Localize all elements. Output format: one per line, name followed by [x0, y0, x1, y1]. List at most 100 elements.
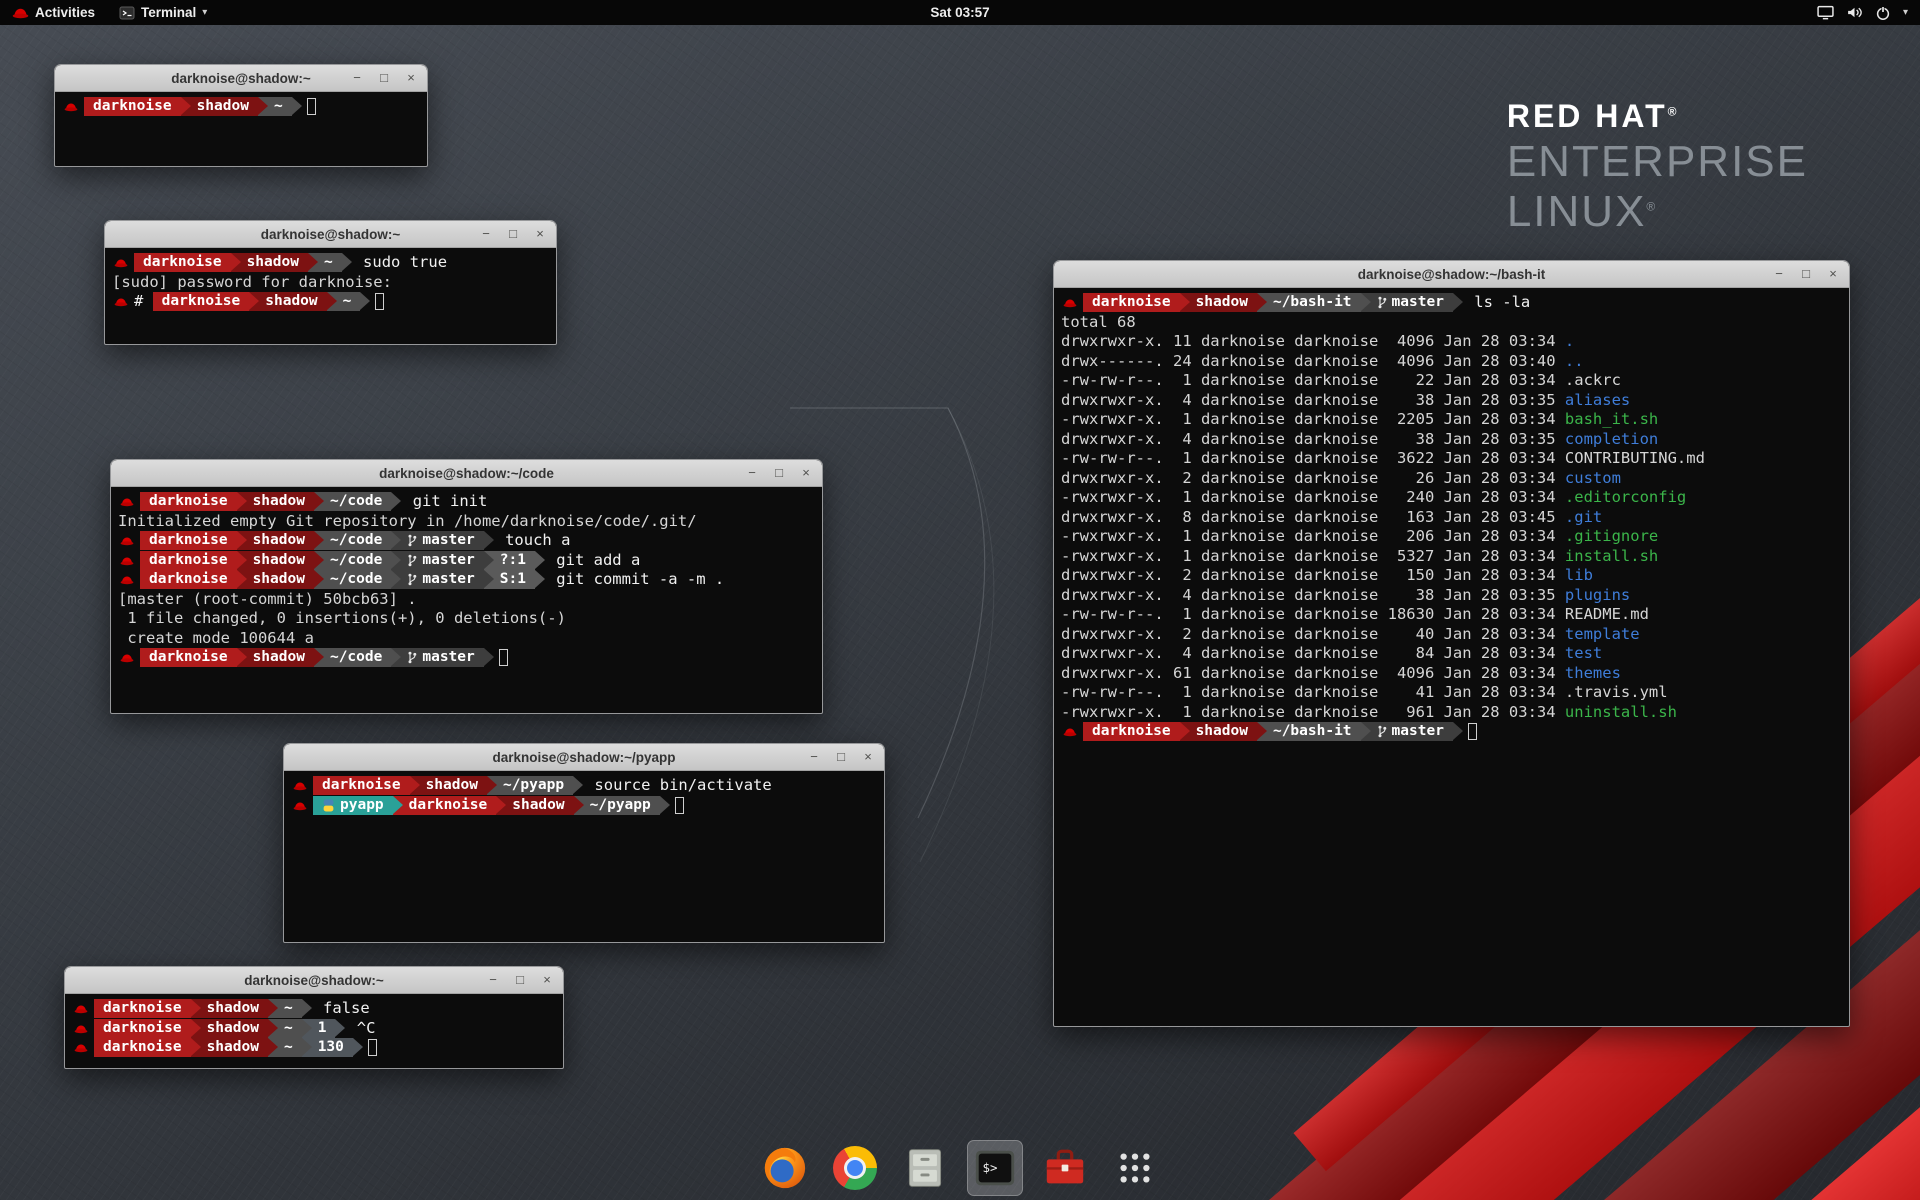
terminal-text: -rwxrwxr-x. 1 darknoise darknoise 240 Ja…	[1061, 488, 1565, 508]
app-menu-terminal[interactable]: Terminal ▾	[107, 0, 219, 25]
maximize-button[interactable]: □	[1799, 267, 1813, 281]
terminal-window-bash-it[interactable]: darknoise@shadow:~/bash-it−□×darknoisesh…	[1053, 260, 1850, 1027]
maximize-button[interactable]: □	[506, 227, 520, 241]
minimize-button[interactable]: −	[807, 750, 821, 764]
powerline-arrow	[410, 776, 420, 794]
terminal-line: -rwxrwxr-x. 1 darknoise darknoise 5327 J…	[1061, 547, 1842, 567]
powerline-arrow	[342, 253, 352, 271]
minimize-button[interactable]: −	[479, 227, 493, 241]
close-button[interactable]: ×	[540, 973, 554, 987]
system-status-area[interactable]: ▾	[1811, 0, 1914, 25]
terminal-text: git init	[403, 492, 487, 512]
terminal-cursor	[1468, 723, 1477, 740]
terminal-window-exit-codes[interactable]: darknoise@shadow:~−□×darknoiseshadow~ fa…	[64, 966, 564, 1069]
terminal-window-pyapp[interactable]: darknoise@shadow:~/pyapp−□×darknoiseshad…	[283, 743, 885, 943]
terminal-line: total 68	[1061, 313, 1842, 333]
fedora-icon	[120, 652, 134, 663]
prompt-path-segment: ~/code	[314, 531, 391, 550]
close-button[interactable]: ×	[861, 750, 875, 764]
fedora-icon	[114, 296, 128, 307]
terminal-line: drwxrwxr-x. 4 darknoise darknoise 38 Jan…	[1061, 391, 1842, 411]
terminal-content[interactable]: darknoiseshadow~/code git initInitialize…	[111, 487, 822, 673]
terminal-text: drwxrwxr-x. 4 darknoise darknoise 84 Jan…	[1061, 644, 1565, 664]
prompt-user-segment: darknoise	[1083, 293, 1180, 312]
window-titlebar[interactable]: darknoise@shadow:~/pyapp−□×	[284, 744, 884, 771]
terminal-content[interactable]: darknoiseshadow~ falsedarknoiseshadow~1 …	[65, 994, 563, 1063]
volume-icon	[1846, 5, 1863, 20]
prompt-user-segment: darknoise	[313, 776, 410, 795]
files-icon	[903, 1146, 947, 1190]
window-titlebar[interactable]: darknoise@shadow:~/code−□ ×	[111, 460, 822, 487]
powerline-arrow	[335, 1019, 345, 1037]
terminal-window-home-1[interactable]: darknoise@shadow:~−□×darknoiseshadow~	[54, 64, 428, 167]
dock-item-chrome[interactable]	[827, 1140, 883, 1196]
terminal-text: -rwxrwxr-x. 1 darknoise darknoise 206 Ja…	[1061, 527, 1565, 547]
terminal-line: Initialized empty Git repository in /hom…	[118, 512, 815, 532]
close-button[interactable]: ×	[404, 71, 418, 85]
terminal-text: drwxrwxr-x. 61 darknoise darknoise 4096 …	[1061, 664, 1565, 684]
window-titlebar[interactable]: darknoise@shadow:~−□×	[65, 967, 563, 994]
close-button[interactable]: ×	[1826, 267, 1840, 281]
window-controls: −□ ×	[486, 967, 554, 993]
fedora-icon	[293, 780, 307, 791]
maximize-button[interactable]: □	[377, 71, 391, 85]
dock-item-terminal[interactable]: $>	[967, 1140, 1023, 1196]
chrome-icon	[833, 1146, 877, 1190]
close-button[interactable]: ×	[799, 466, 813, 480]
window-controls: −□ ×	[745, 460, 813, 486]
window-title: darknoise@shadow:~/code	[111, 466, 822, 481]
prompt-user-segment: darknoise	[94, 1038, 191, 1057]
window-titlebar[interactable]: darknoise@shadow:~/bash-it−□×	[1054, 261, 1849, 288]
terminal-icon: $>	[972, 1145, 1018, 1191]
chevron-down-icon: ▾	[202, 7, 207, 18]
fedora-icon	[74, 1042, 88, 1053]
minimize-button[interactable]: −	[486, 973, 500, 987]
terminal-line: -rw-rw-r--. 1 darknoise darknoise 18630 …	[1061, 605, 1842, 625]
maximize-button[interactable]: □	[834, 750, 848, 764]
minimize-button[interactable]: −	[1772, 267, 1786, 281]
terminal-line: -rwxrwxr-x. 1 darknoise darknoise 206 Ja…	[1061, 527, 1842, 547]
terminal-line: darknoiseshadow~/bash-itmaster ls -la	[1061, 293, 1842, 313]
terminal-line: darknoiseshadow~/bash-itmaster	[1061, 722, 1842, 742]
terminal-line: darknoiseshadow~/code git init	[118, 492, 815, 512]
terminal-content[interactable]: darknoiseshadow~ sudo true[sudo] passwor…	[105, 248, 556, 317]
maximize-button[interactable]: □	[513, 973, 527, 987]
prompt-git-segment: master	[391, 531, 483, 550]
terminal-text: .	[1565, 332, 1574, 352]
terminal-text: -rwxrwxr-x. 1 darknoise darknoise 2205 J…	[1061, 410, 1565, 430]
terminal-text: drwxrwxr-x. 2 darknoise darknoise 40 Jan…	[1061, 625, 1565, 645]
maximize-button[interactable]: □	[772, 466, 786, 480]
chevron-down-icon: ▾	[1903, 7, 1908, 18]
activities-button[interactable]: Activities	[0, 0, 107, 25]
window-titlebar[interactable]: darknoise@shadow:~−□×	[105, 221, 556, 248]
prompt-path-segment: ~/bash-it	[1257, 293, 1361, 312]
powerline-arrow	[268, 1038, 278, 1056]
terminal-line: drwxrwxr-x. 61 darknoise darknoise 4096 …	[1061, 664, 1842, 684]
dock-item-files[interactable]	[897, 1140, 953, 1196]
terminal-content[interactable]: darknoiseshadow~/pyapp source bin/activa…	[284, 771, 884, 820]
close-button[interactable]: ×	[533, 227, 547, 241]
terminal-content[interactable]: darknoiseshadow~/bash-itmaster ls -latot…	[1054, 288, 1849, 747]
powerline-arrow	[660, 796, 670, 814]
terminal-window-sudo[interactable]: darknoise@shadow:~−□×darknoiseshadow~ su…	[104, 220, 557, 345]
terminal-line: drwxrwxr-x. 4 darknoise darknoise 84 Jan…	[1061, 644, 1842, 664]
terminal-window-code[interactable]: darknoise@shadow:~/code−□ × darknoiseshado…	[110, 459, 823, 714]
prompt-user-segment: darknoise	[140, 570, 237, 589]
clock[interactable]: Sat 03:57	[930, 5, 989, 20]
terminal-text: drwxrwxr-x. 4 darknoise darknoise 38 Jan…	[1061, 391, 1565, 411]
minimize-button[interactable]: −	[350, 71, 364, 85]
terminal-text: false	[314, 999, 370, 1019]
dock-item-software[interactable]	[1037, 1140, 1093, 1196]
window-titlebar[interactable]: darknoise@shadow:~−□×	[55, 65, 427, 92]
prompt-path-segment: ~/code	[314, 492, 391, 511]
dock-item-app-grid[interactable]	[1107, 1140, 1163, 1196]
terminal-content[interactable]: darknoiseshadow~	[55, 92, 427, 122]
minimize-button[interactable]: −	[745, 466, 759, 480]
powerline-arrow	[391, 570, 401, 588]
terminal-line: drwxrwxr-x. 2 darknoise darknoise 40 Jan…	[1061, 625, 1842, 645]
powerline-arrow	[573, 776, 583, 794]
powerline-arrow	[391, 551, 401, 569]
powerline-arrow	[314, 648, 324, 666]
dock-item-firefox[interactable]	[757, 1140, 813, 1196]
prompt-git-segment: master	[1361, 722, 1453, 741]
